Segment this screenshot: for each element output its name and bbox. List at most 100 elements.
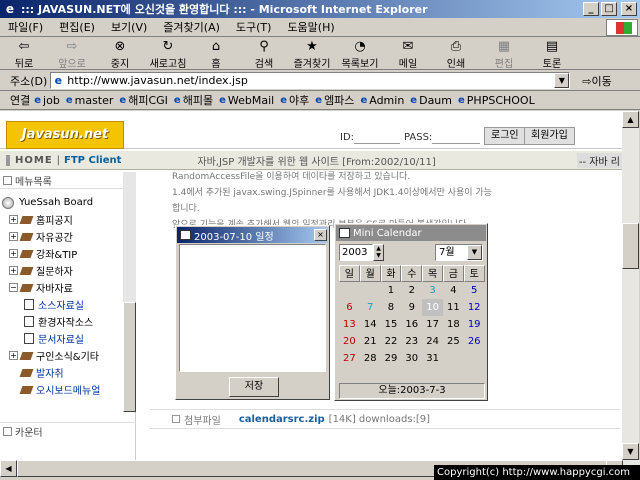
- forward-button[interactable]: ⇨ 앞으로: [48, 38, 96, 70]
- calendar-day[interactable]: 10: [422, 299, 443, 316]
- calendar-day[interactable]: 25: [443, 333, 464, 350]
- pass-input[interactable]: [432, 143, 480, 144]
- expand-icon[interactable]: +: [9, 249, 18, 258]
- tree-root[interactable]: YueSsah Board: [2, 194, 126, 211]
- calendar-day[interactable]: 5: [464, 282, 485, 299]
- calendar-day[interactable]: 18: [443, 316, 464, 333]
- close-button[interactable]: ×: [621, 2, 637, 16]
- calendar-day[interactable]: 26: [464, 333, 485, 350]
- expand-icon[interactable]: +: [9, 351, 18, 360]
- calendar-day[interactable]: 21: [360, 333, 381, 350]
- link-admin[interactable]: e Admin: [360, 94, 404, 107]
- menu-view[interactable]: 보기(V): [103, 19, 155, 35]
- calendar-day[interactable]: 14: [360, 316, 381, 333]
- calendar-day[interactable]: 6: [339, 299, 360, 316]
- menu-edit[interactable]: 편집(E): [51, 19, 103, 35]
- link-job[interactable]: e job: [34, 94, 60, 107]
- tree-item-free[interactable]: + 자유공간: [2, 228, 126, 245]
- vertical-scroll-thumb[interactable]: [622, 223, 639, 269]
- calendar-day[interactable]: 7: [360, 299, 381, 316]
- link-phpschool[interactable]: e PHPSCHOOL: [458, 94, 535, 107]
- menu-help[interactable]: 도움말(H): [279, 19, 342, 35]
- link-happycgi[interactable]: e 해피CGI: [119, 92, 168, 108]
- menu-file[interactable]: 파일(F): [0, 19, 51, 35]
- minimize-button[interactable]: _: [583, 2, 599, 16]
- memo-save-button[interactable]: 저장: [229, 377, 279, 397]
- calendar-day[interactable]: 27: [339, 350, 360, 367]
- expand-icon[interactable]: +: [9, 232, 18, 241]
- calendar-day[interactable]: 19: [464, 316, 485, 333]
- tree-item-env[interactable]: 환경자작소스: [2, 313, 126, 330]
- calendar-day[interactable]: 31: [422, 350, 443, 367]
- calendar-day[interactable]: 12: [464, 299, 485, 316]
- address-dropdown-icon[interactable]: ▼: [554, 73, 570, 88]
- link-yahoo[interactable]: e 야후: [280, 92, 309, 108]
- year-spinner-input[interactable]: 2003: [339, 244, 373, 261]
- calendar-day[interactable]: 24: [422, 333, 443, 350]
- tree-item-notice[interactable]: + 홈피공지: [2, 211, 126, 228]
- calendar-titlebar[interactable]: Mini Calendar: [336, 225, 486, 241]
- sidebar-scroll-thumb[interactable]: [123, 302, 136, 412]
- tree-item-source[interactable]: 소스자료실: [2, 296, 126, 313]
- calendar-day[interactable]: 17: [422, 316, 443, 333]
- calendar-day[interactable]: 4: [443, 282, 464, 299]
- favorites-button[interactable]: ★ 즐겨찾기: [288, 38, 336, 70]
- calendar-day[interactable]: 23: [401, 333, 422, 350]
- tree-item-java[interactable]: − 자바자료: [2, 279, 126, 296]
- print-button[interactable]: ⎙ 인쇄: [432, 38, 480, 70]
- link-master[interactable]: e master: [66, 94, 114, 107]
- calendar-day[interactable]: 8: [381, 299, 402, 316]
- calendar-day[interactable]: 3: [422, 282, 443, 299]
- home-button[interactable]: ⌂ 홈: [192, 38, 240, 70]
- calendar-day[interactable]: 13: [339, 316, 360, 333]
- stop-button[interactable]: ⊗ 중지: [96, 38, 144, 70]
- memo-textarea[interactable]: [179, 244, 326, 372]
- history-button[interactable]: ◔ 목록보기: [336, 38, 384, 70]
- memo-close-button[interactable]: ×: [314, 229, 327, 241]
- menu-favorites[interactable]: 즐겨찾기(A): [155, 19, 228, 35]
- collapse-icon[interactable]: −: [9, 283, 18, 292]
- mail-button[interactable]: ✉ 메일: [384, 38, 432, 70]
- month-dropdown-icon[interactable]: ▼: [467, 245, 482, 260]
- nav-ftp-client[interactable]: FTP Client: [64, 155, 121, 166]
- calendar-day[interactable]: 29: [381, 350, 402, 367]
- sidebar-scrollbar[interactable]: [123, 172, 136, 412]
- id-input[interactable]: [354, 143, 400, 144]
- expand-icon[interactable]: +: [9, 215, 18, 224]
- calendar-day[interactable]: 22: [381, 333, 402, 350]
- maximize-button[interactable]: □: [601, 2, 617, 16]
- go-button[interactable]: ⇨이동: [582, 73, 611, 89]
- month-select[interactable]: 7월 ▼: [435, 244, 483, 261]
- scroll-left-button[interactable]: ◀: [0, 460, 17, 477]
- tree-item-footprint[interactable]: 발자취: [2, 364, 126, 381]
- calendar-day[interactable]: 16: [401, 316, 422, 333]
- edit-button[interactable]: ▦ 편집: [480, 38, 528, 70]
- back-button[interactable]: ⇦ 뒤로: [0, 38, 48, 70]
- link-empas[interactable]: e 엠파스: [315, 92, 354, 108]
- link-daum[interactable]: e Daum: [410, 94, 452, 107]
- join-button[interactable]: 회원가입: [524, 127, 575, 145]
- tree-item-docs[interactable]: 문서자료실: [2, 330, 126, 347]
- calendar-day[interactable]: 9: [401, 299, 422, 316]
- calendar-day[interactable]: 20: [339, 333, 360, 350]
- calendar-day[interactable]: 30: [401, 350, 422, 367]
- calendar-day[interactable]: 11: [443, 299, 464, 316]
- tree-item-lecture[interactable]: + 강좌&TIP: [2, 245, 126, 262]
- expand-icon[interactable]: +: [9, 266, 18, 275]
- search-button[interactable]: ⚲ 검색: [240, 38, 288, 70]
- attachment-link[interactable]: calendarsrc.zip: [239, 414, 325, 425]
- discuss-button[interactable]: ▤ 토론: [528, 38, 576, 70]
- calendar-day[interactable]: 1: [381, 282, 402, 299]
- address-url[interactable]: http://www.javasun.net/index.jsp: [65, 74, 554, 87]
- year-spinner-buttons[interactable]: ▲ ▼: [373, 244, 384, 261]
- link-happymall[interactable]: e 해피몰: [174, 92, 213, 108]
- calendar-day[interactable]: 2: [401, 282, 422, 299]
- page-vertical-scrollbar[interactable]: ▲ ▼: [622, 111, 639, 460]
- scroll-up-button[interactable]: ▲: [622, 111, 639, 128]
- calendar-day[interactable]: 15: [381, 316, 402, 333]
- site-logo[interactable]: Javasun.net: [6, 121, 124, 149]
- nav-home[interactable]: HOME: [15, 155, 53, 166]
- link-webmail[interactable]: e WebMail: [219, 94, 274, 107]
- memo-titlebar[interactable]: 2003-07-10 일정 ×: [177, 227, 328, 243]
- login-button[interactable]: 로그인: [484, 127, 526, 145]
